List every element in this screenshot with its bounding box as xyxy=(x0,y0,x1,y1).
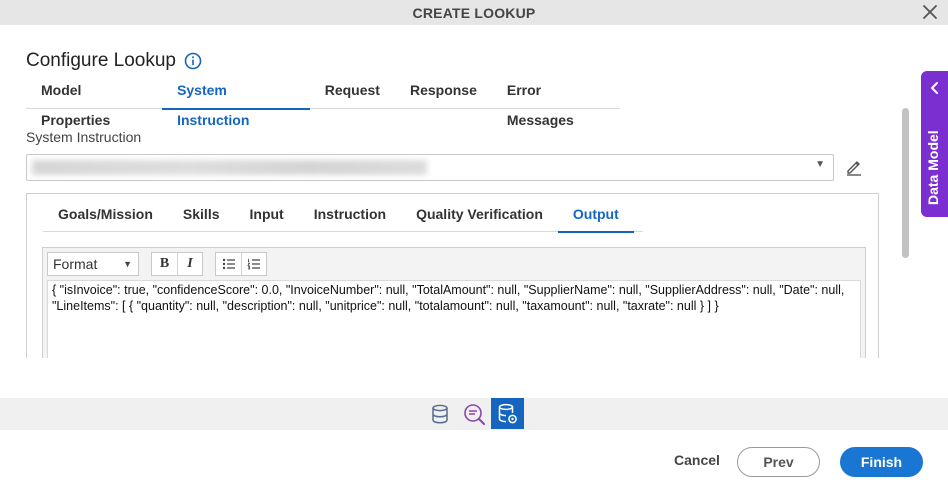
system-instruction-panel: Goals/Mission Skills Input Instruction Q… xyxy=(26,193,879,358)
tab-error-messages[interactable]: Error Messages xyxy=(492,75,620,128)
subtab-input[interactable]: Input xyxy=(235,196,299,232)
text-style-group: B I xyxy=(151,252,203,276)
data-model-label: Data Model xyxy=(925,130,941,205)
tab-system-instruction[interactable]: System Instruction xyxy=(162,75,310,128)
system-instruction-select[interactable]: ▼ xyxy=(26,154,834,181)
tab-request[interactable]: Request xyxy=(310,75,395,109)
bulleted-list-icon[interactable] xyxy=(216,253,241,275)
rich-text-editor: Format ▼ B I { "isInvoice": true, "confi… xyxy=(42,247,866,358)
subtab-output[interactable]: Output xyxy=(557,196,634,233)
subtab-skills[interactable]: Skills xyxy=(168,196,235,232)
info-icon[interactable] xyxy=(184,52,202,70)
numbered-list-icon[interactable] xyxy=(241,253,266,275)
page-title: Configure Lookup xyxy=(26,50,176,71)
tab-model-properties[interactable]: Model Properties xyxy=(26,75,162,128)
dropdown-caret-icon: ▼ xyxy=(815,159,825,170)
database-icon[interactable] xyxy=(423,398,456,429)
subtab-instruction[interactable]: Instruction xyxy=(299,196,401,232)
chevron-down-icon: ▼ xyxy=(123,259,132,269)
tab-response[interactable]: Response xyxy=(395,75,492,109)
dialog-title: CREATE LOOKUP xyxy=(412,4,536,21)
editor-content[interactable]: { "isInvoice": true, "confidenceScore": … xyxy=(47,280,861,358)
format-dropdown-label: Format xyxy=(53,256,98,272)
bold-button[interactable]: B xyxy=(152,253,177,275)
system-instruction-label: System Instruction xyxy=(26,129,142,145)
subtab-goals-mission[interactable]: Goals/Mission xyxy=(43,196,168,232)
database-settings-icon[interactable] xyxy=(491,398,524,429)
sub-tabs: Goals/Mission Skills Input Instruction Q… xyxy=(43,196,643,233)
prev-button[interactable]: Prev xyxy=(737,447,820,477)
dialog-title-bar: CREATE LOOKUP xyxy=(0,0,948,25)
chevron-left-icon xyxy=(929,81,941,95)
page-heading: Configure Lookup xyxy=(26,50,202,72)
finish-button[interactable]: Finish xyxy=(840,447,923,477)
editor-toolbar: Format ▼ B I xyxy=(43,248,865,280)
vertical-scrollbar[interactable] xyxy=(902,108,909,258)
data-model-panel-toggle[interactable]: Data Model xyxy=(921,71,948,217)
italic-button[interactable]: I xyxy=(177,253,202,275)
list-group xyxy=(215,252,267,276)
close-icon[interactable] xyxy=(920,1,940,23)
cancel-button[interactable]: Cancel xyxy=(674,452,720,468)
format-dropdown[interactable]: Format ▼ xyxy=(47,252,139,276)
subtab-quality-verification[interactable]: Quality Verification xyxy=(401,196,558,232)
search-list-icon[interactable] xyxy=(457,398,490,429)
obscured-selected-value xyxy=(32,160,427,175)
main-tabs: Model Properties System Instruction Requ… xyxy=(26,75,620,128)
pencil-icon[interactable] xyxy=(845,158,863,176)
